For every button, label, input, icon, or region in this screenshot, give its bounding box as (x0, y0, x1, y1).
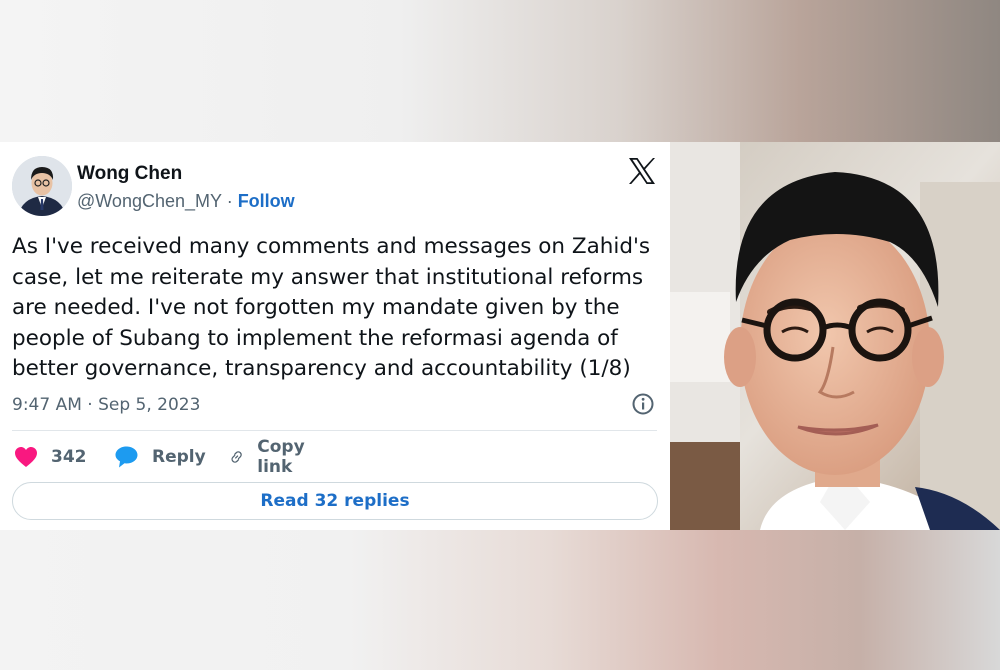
link-icon (231, 451, 242, 463)
tweet-line: better governance, transparency and acco… (12, 356, 631, 381)
reply-label: Reply (152, 447, 206, 467)
tweet-timestamp[interactable]: 9:47 AM · Sep 5, 2023 (12, 395, 200, 415)
x-logo-icon[interactable] (627, 156, 657, 186)
divider (12, 430, 657, 431)
portrait-photo (670, 142, 1000, 530)
like-count: 342 (51, 447, 87, 467)
copy-link-label: Copy link (257, 437, 305, 477)
blurred-background-bottom (0, 530, 1000, 670)
blurred-background-top (0, 0, 1000, 142)
reply-button[interactable]: Reply (114, 444, 206, 470)
like-button[interactable]: 342 (14, 444, 87, 470)
tweet-text: As I've received many comments and messa… (12, 232, 662, 385)
tweet-line: As I've received many comments and messa… (12, 234, 651, 259)
read-replies-button[interactable]: Read 32 replies (12, 482, 658, 520)
speech-bubble-icon (115, 446, 138, 468)
tweet-line: people of Subang to implement the reform… (12, 325, 618, 351)
info-icon[interactable] (631, 392, 655, 416)
handle-separator: · (221, 191, 238, 211)
tweet-line: case, let me reiterate my answer that in… (12, 264, 644, 290)
follow-link[interactable]: Follow (238, 191, 295, 211)
avatar[interactable] (12, 156, 72, 216)
author-handle-line: @WongChen_MY · Follow (77, 191, 295, 212)
author-name[interactable]: Wong Chen (77, 163, 182, 185)
tweet-line: are needed. I've not forgotten my mandat… (12, 295, 620, 320)
copy-link-button[interactable]: Copy link (229, 437, 313, 477)
heart-icon (15, 447, 37, 467)
author-handle[interactable]: @WongChen_MY (77, 191, 222, 211)
